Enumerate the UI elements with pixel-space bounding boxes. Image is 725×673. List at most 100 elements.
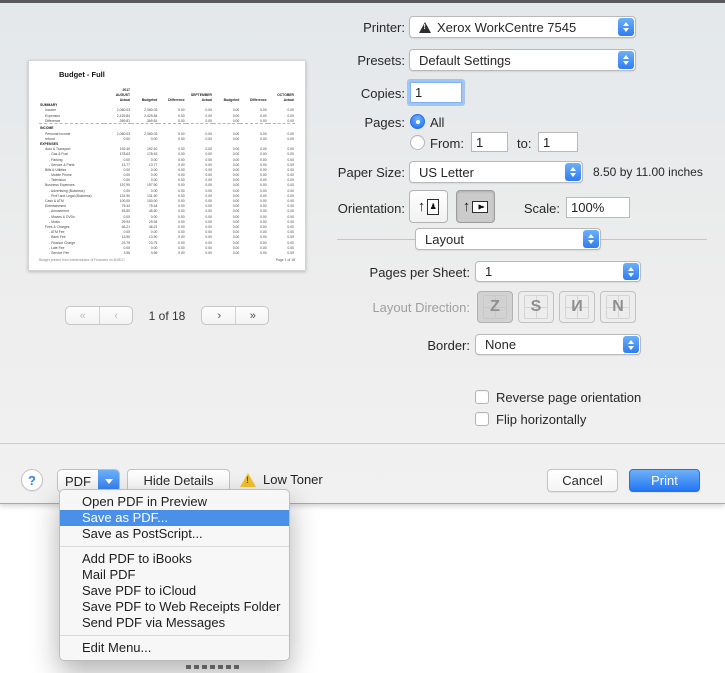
pages-per-sheet-label: Pages per Sheet:	[300, 265, 470, 280]
landscape-page-icon: ♟	[472, 201, 488, 213]
copies-label: Copies:	[240, 86, 405, 101]
border-label: Border:	[300, 338, 470, 353]
low-toner-status: Low Toner	[240, 472, 323, 487]
background-artifact	[186, 665, 242, 669]
preview-cell: 3.96	[131, 250, 158, 255]
paper-size-label: Paper Size:	[240, 165, 405, 180]
pages-from-input[interactable]: 1	[471, 132, 508, 152]
pdf-menu-item[interactable]: Mail PDF	[60, 567, 289, 583]
low-toner-label: Low Toner	[263, 472, 323, 487]
previous-page-icon: ‹	[114, 310, 117, 322]
cancel-button[interactable]: Cancel	[547, 469, 618, 492]
page-count-label: 1 of 18	[149, 309, 186, 323]
border-popup-value: None	[485, 337, 516, 352]
popup-stepper-icon	[623, 336, 639, 353]
pages-all-label: All	[430, 115, 470, 130]
orientation-landscape-button[interactable]: ↑ ♟	[456, 190, 495, 223]
scale-label: Scale:	[500, 201, 560, 216]
pdf-menu-item[interactable]: Send PDF via Messages	[60, 615, 289, 631]
orientation-portrait-button[interactable]: ↑ ♟	[409, 190, 448, 223]
last-page-button[interactable]: »	[235, 307, 268, 324]
reverse-page-orientation-checkbox[interactable]	[475, 390, 489, 404]
preview-cell: 0.00	[213, 250, 240, 255]
printer-label: Printer:	[240, 20, 405, 35]
scale-input[interactable]: 100%	[566, 197, 630, 218]
pdf-menu-item[interactable]: Open PDF in Preview	[60, 494, 289, 510]
first-page-icon: «	[80, 310, 85, 322]
preview-cell: 0.00	[240, 250, 267, 255]
pages-all-radio[interactable]	[410, 114, 425, 129]
pages-to-input[interactable]: 1	[538, 132, 578, 152]
pages-per-sheet-popup[interactable]: 1	[475, 261, 641, 282]
print-dialog-window: Budget - Full 2017AUGUSTSEPTEMBEROCTOBER…	[0, 0, 725, 673]
popup-stepper-icon	[583, 230, 599, 248]
pages-to-label: to:	[517, 136, 539, 151]
popup-stepper-icon	[618, 18, 634, 36]
hide-details-label: Hide Details	[143, 473, 213, 488]
pdf-menu: Open PDF in PreviewSave as PDF...Save as…	[59, 489, 290, 661]
last-page-icon: »	[250, 310, 255, 322]
preview-doc-title: Budget - Full	[59, 70, 105, 79]
layout-direction-s-button: S	[518, 291, 554, 323]
presets-popup-value: Default Settings	[419, 53, 511, 68]
pages-range-radio[interactable]	[410, 135, 425, 150]
layout-s-icon: S	[531, 299, 542, 315]
pdf-menu-item[interactable]: Edit Menu...	[60, 640, 289, 656]
preview-row-label: - Service Fee	[39, 250, 104, 255]
paper-size-popup-value: US Letter	[419, 165, 474, 180]
menu-separator	[60, 546, 289, 547]
pdf-menu-item[interactable]: Save as PDF...	[60, 510, 289, 526]
pagination-forward-group: › »	[201, 306, 269, 325]
print-label: Print	[651, 473, 678, 488]
popup-stepper-icon	[623, 263, 639, 280]
presets-popup[interactable]: Default Settings	[409, 49, 636, 71]
pdf-menu-item[interactable]: Add PDF to iBooks	[60, 551, 289, 567]
pages-from-label: From:	[430, 136, 474, 151]
pages-per-sheet-value: 1	[485, 264, 492, 279]
copies-input[interactable]: 1	[410, 82, 462, 103]
layout-z-icon: Z	[490, 299, 500, 315]
presets-label: Presets:	[240, 53, 405, 68]
layout-n-icon: N	[612, 299, 624, 315]
paper-size-popup[interactable]: US Letter	[409, 161, 583, 183]
flip-horizontally-label: Flip horizontally	[496, 412, 696, 427]
help-icon: ?	[28, 473, 36, 488]
preview-pagination: « ‹ 1 of 18 › »	[28, 306, 306, 325]
paper-dimensions-text: 8.50 by 11.00 inches	[593, 165, 723, 179]
printer-popup-value: Xerox WorkCentre 7545	[437, 20, 576, 35]
preview-cell: 0.00	[186, 250, 213, 255]
up-arrow-icon: ↑	[463, 199, 471, 214]
border-popup[interactable]: None	[475, 334, 641, 355]
layout-direction-n-button: N	[600, 291, 636, 323]
settings-section-popup[interactable]: Layout	[415, 228, 601, 250]
reverse-page-orientation-label: Reverse page orientation	[496, 390, 696, 405]
next-page-icon: ›	[218, 310, 221, 322]
popup-stepper-icon	[618, 51, 634, 69]
pages-label: Pages:	[240, 115, 405, 130]
warning-triangle-icon	[240, 473, 256, 487]
pagination-back-group: « ‹	[65, 306, 133, 325]
print-sheet: Budget - Full 2017AUGUSTSEPTEMBEROCTOBER…	[0, 3, 725, 504]
pdf-menu-item[interactable]: Save PDF to iCloud	[60, 583, 289, 599]
layout-direction-z-button: Z	[477, 291, 513, 323]
bottom-bar-divider	[0, 443, 725, 444]
printer-warning-icon	[419, 22, 431, 33]
up-arrow-icon: ↑	[418, 199, 426, 214]
layout-direction-label: Layout Direction:	[300, 300, 470, 315]
pdf-menu-item[interactable]: Save as PostScript...	[60, 526, 289, 542]
printer-popup[interactable]: Xerox WorkCentre 7545	[409, 16, 636, 38]
preview-footer-right: Page 1 of 18	[276, 258, 295, 262]
flip-horizontally-checkbox[interactable]	[475, 412, 489, 426]
cancel-label: Cancel	[562, 473, 602, 488]
previous-page-button[interactable]: ‹	[99, 307, 132, 324]
help-button[interactable]: ?	[21, 469, 43, 491]
preview-cell: 0.00	[268, 250, 295, 255]
layout-n-reverse-icon: И	[571, 299, 583, 315]
menu-separator	[60, 635, 289, 636]
preview-cell: 3.96	[104, 250, 131, 255]
pdf-menu-item[interactable]: Save PDF to Web Receipts Folder	[60, 599, 289, 615]
first-page-button[interactable]: «	[66, 307, 99, 324]
print-button[interactable]: Print	[629, 469, 700, 492]
portrait-page-icon: ♟	[427, 199, 439, 215]
next-page-button[interactable]: ›	[202, 307, 235, 324]
